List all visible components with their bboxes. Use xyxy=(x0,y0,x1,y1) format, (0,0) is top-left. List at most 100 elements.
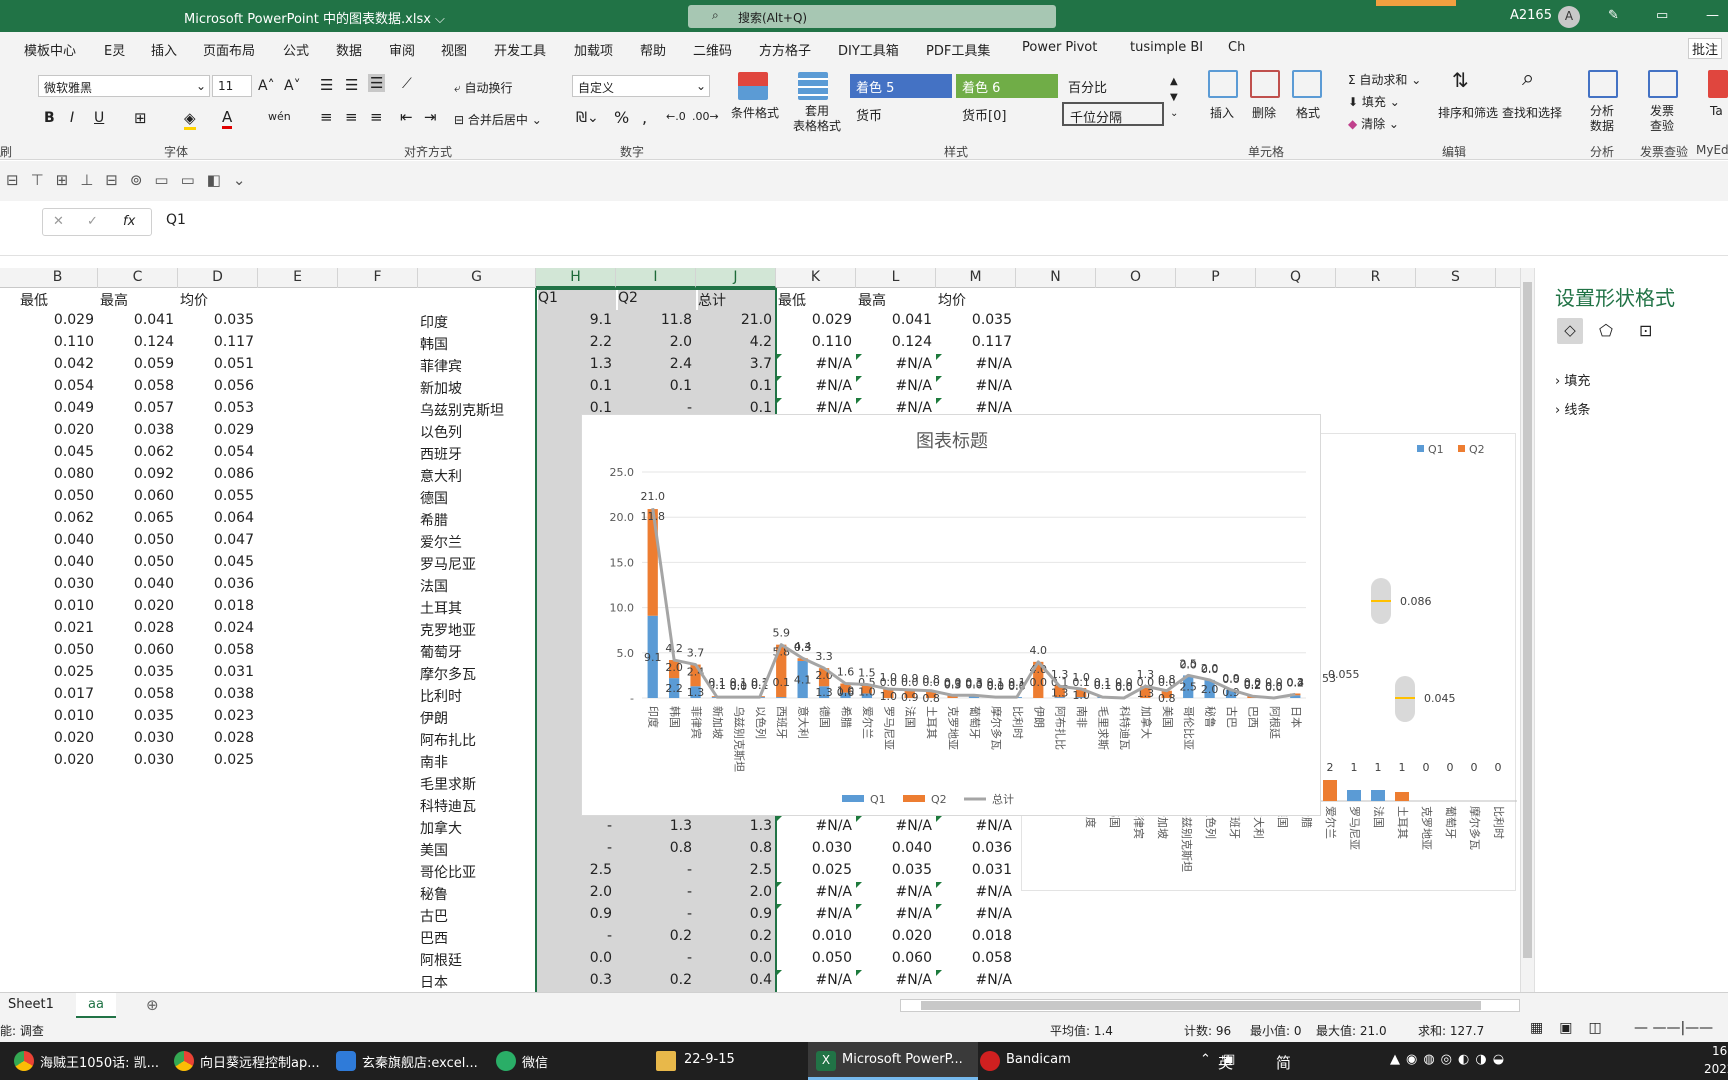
find-select-label[interactable]: 查找和选择 xyxy=(1502,104,1562,121)
data-cell[interactable]: 0.045 xyxy=(178,552,258,574)
data-cell[interactable]: 0.031 xyxy=(936,860,1016,882)
data-cell[interactable]: 0.117 xyxy=(178,332,258,354)
data-cell[interactable]: 0.9 xyxy=(696,904,776,926)
data-cell[interactable]: 0.036 xyxy=(178,574,258,596)
column-header[interactable]: P xyxy=(1176,268,1256,288)
country-name[interactable]: 古巴 xyxy=(420,904,536,926)
find-select-icon[interactable]: ⌕ xyxy=(1522,66,1534,91)
taskbar-item[interactable]: 向日葵远程控制ap... xyxy=(200,1052,320,1071)
menu-item[interactable]: E灵 xyxy=(104,40,125,59)
grow-font-icon[interactable]: A˄ xyxy=(258,78,275,94)
border-icon[interactable]: ⊞ xyxy=(134,109,147,127)
underline-icon[interactable]: U xyxy=(94,110,104,126)
data-cell[interactable]: 0.2 xyxy=(696,926,776,948)
data-cell[interactable]: 0.057 xyxy=(98,398,178,420)
ime-indicator[interactable]: 英 xyxy=(1218,1052,1233,1073)
style-percent[interactable]: 百分比 xyxy=(1062,74,1164,98)
country-name[interactable]: 德国 xyxy=(420,486,536,508)
taskbar-item[interactable]: 玄秦旗舰店:excel... xyxy=(362,1052,478,1071)
data-cell[interactable]: 0.060 xyxy=(98,640,178,662)
table-format-icon[interactable] xyxy=(798,72,828,100)
menu-item[interactable]: DIY工具箱 xyxy=(838,40,899,59)
menu-item[interactable]: Ch xyxy=(1228,40,1245,55)
country-name[interactable]: 南非 xyxy=(420,750,536,772)
column-header[interactable]: K xyxy=(776,268,856,288)
table-format-label[interactable]: 套用 表格格式 xyxy=(790,104,844,134)
country-name[interactable]: 伊朗 xyxy=(420,706,536,728)
data-cell[interactable]: 0.031 xyxy=(178,662,258,684)
data-cell[interactable]: #N/A xyxy=(856,970,936,992)
format-cells-label[interactable]: 格式 xyxy=(1296,104,1320,121)
data-cell[interactable]: 0.8 xyxy=(696,838,776,860)
column-header[interactable]: F xyxy=(338,268,418,288)
column-header[interactable]: N xyxy=(1016,268,1096,288)
country-name[interactable]: 克罗地亚 xyxy=(420,618,536,640)
data-cell[interactable]: 0.029 xyxy=(18,310,98,332)
data-cell[interactable]: 0.065 xyxy=(98,508,178,530)
country-name[interactable]: 乌兹别克斯坦 xyxy=(420,398,536,420)
menu-item[interactable]: 数据 xyxy=(336,40,362,59)
data-cell[interactable]: 0.050 xyxy=(18,486,98,508)
taskbar-item[interactable]: Bandicam xyxy=(1006,1052,1071,1067)
column-label[interactable]: 总计 xyxy=(698,288,776,310)
data-cell[interactable]: 0.038 xyxy=(98,420,178,442)
style-currency0[interactable]: 货币[0] xyxy=(956,102,1058,126)
column-header[interactable]: R xyxy=(1336,268,1416,288)
data-cell[interactable]: 0.050 xyxy=(18,640,98,662)
data-cell[interactable]: #N/A xyxy=(776,816,856,838)
column-label[interactable]: 均价 xyxy=(938,288,1016,310)
data-cell[interactable]: 0.050 xyxy=(98,530,178,552)
data-cell[interactable]: 0.060 xyxy=(856,948,936,970)
insert-cells-icon[interactable] xyxy=(1208,70,1238,98)
font-size-select[interactable]: 11 xyxy=(212,75,252,97)
data-cell[interactable]: 0.9 xyxy=(536,904,616,926)
ribbon-display-icon[interactable]: ▭ xyxy=(1656,8,1668,23)
phonetic-icon[interactable]: wén xyxy=(268,110,291,123)
data-cell[interactable]: 2.0 xyxy=(536,882,616,904)
menu-item[interactable]: 视图 xyxy=(441,40,467,59)
add-sheet-icon[interactable]: ⊕ xyxy=(146,996,159,1014)
data-cell[interactable]: 0.020 xyxy=(98,596,178,618)
column-label[interactable]: 最低 xyxy=(20,288,98,310)
align-bottom-icon[interactable]: ☰ xyxy=(368,74,386,92)
country-name[interactable]: 葡萄牙 xyxy=(420,640,536,662)
data-cell[interactable]: 0.035 xyxy=(936,310,1016,332)
data-cell[interactable]: 0.023 xyxy=(178,706,258,728)
taskbar-item[interactable]: 微信 xyxy=(522,1052,548,1071)
style-currency[interactable]: 货币 xyxy=(850,102,952,126)
data-cell[interactable]: 0.2 xyxy=(616,970,696,992)
country-name[interactable]: 以色列 xyxy=(420,420,536,442)
vertical-scrollbar[interactable] xyxy=(1520,268,1534,992)
data-cell[interactable]: 0.054 xyxy=(18,376,98,398)
data-cell[interactable]: 0.1 xyxy=(696,376,776,398)
data-cell[interactable]: 0.1 xyxy=(536,376,616,398)
data-cell[interactable]: 1.3 xyxy=(536,354,616,376)
data-cell[interactable]: 2.0 xyxy=(616,332,696,354)
increase-indent-icon[interactable]: ⇥ xyxy=(424,108,437,126)
data-cell[interactable]: #N/A xyxy=(776,376,856,398)
column-label[interactable]: 最高 xyxy=(100,288,178,310)
data-cell[interactable]: 0.035 xyxy=(856,860,936,882)
data-cell[interactable]: 0.080 xyxy=(18,464,98,486)
wrap-text-button[interactable]: ⤶ 自动换行 xyxy=(454,79,513,96)
column-header[interactable]: Q xyxy=(1256,268,1336,288)
data-cell[interactable]: 2.4 xyxy=(616,354,696,376)
data-cell[interactable]: 0.040 xyxy=(856,838,936,860)
data-cell[interactable]: #N/A xyxy=(856,882,936,904)
data-cell[interactable]: 0.056 xyxy=(178,376,258,398)
data-cell[interactable]: 2.2 xyxy=(536,332,616,354)
main-chart[interactable]: 图表标题 -5.0 10.0 15.0 20.0 25.0 印度 9.1 11.8 21.0 韩国 2… xyxy=(581,414,1321,816)
data-cell[interactable]: 0.038 xyxy=(178,684,258,706)
pen-icon[interactable]: ✎ xyxy=(1608,8,1619,23)
country-name[interactable]: 摩尔多瓦 xyxy=(420,662,536,684)
column-header[interactable]: E xyxy=(258,268,338,288)
country-name[interactable]: 巴西 xyxy=(420,926,536,948)
bold-icon[interactable]: B xyxy=(44,110,55,126)
data-cell[interactable]: 3.7 xyxy=(696,354,776,376)
data-cell[interactable]: 0.029 xyxy=(776,310,856,332)
country-name[interactable]: 美国 xyxy=(420,838,536,860)
style-comma[interactable]: 千位分隔 xyxy=(1062,102,1164,126)
data-cell[interactable]: 0.041 xyxy=(98,310,178,332)
data-cell[interactable]: 0.058 xyxy=(98,684,178,706)
data-cell[interactable]: 0.049 xyxy=(18,398,98,420)
